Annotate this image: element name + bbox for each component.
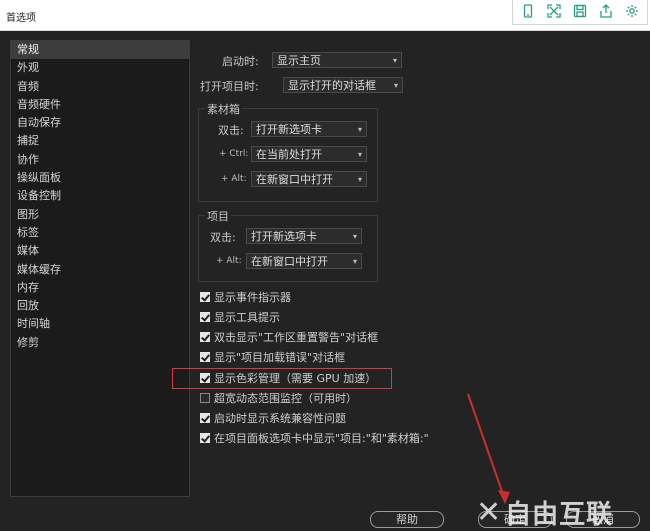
- sidebar-item-capture[interactable]: 捕捉: [11, 132, 189, 150]
- annotation-arrow: [467, 393, 510, 504]
- chevron-down-icon: ▾: [352, 257, 357, 266]
- checkbox-box[interactable]: [200, 352, 210, 362]
- checkbox-label: 双击显示"工作区重置警告"对话框: [214, 331, 379, 344]
- sidebar-item-memory[interactable]: 内存: [11, 279, 189, 297]
- sidebar-item-autosave[interactable]: 自动保存: [11, 114, 189, 132]
- checkbox-project-panel-tab-label[interactable]: 在项目面板选项卡中显示"项目:"和"素材箱:": [200, 429, 429, 447]
- toolbar-icons: [512, 0, 648, 25]
- checkbox-box[interactable]: [200, 332, 210, 342]
- watermark-text: 自由互联: [505, 499, 614, 530]
- chevron-down-icon: ▾: [392, 56, 397, 65]
- sidebar-item-graphics[interactable]: 图形: [11, 206, 189, 224]
- bin-alt-label: + Alt:: [221, 174, 247, 184]
- chevron-down-icon: ▾: [357, 125, 362, 134]
- watermark-x-icon: ✕: [476, 494, 502, 530]
- open-project-label: 打开项目时:: [200, 80, 259, 93]
- checkbox-show-tooltips[interactable]: 显示工具提示: [200, 308, 280, 326]
- startup-select[interactable]: 显示主页 ▾: [272, 52, 402, 68]
- checkbox-workspace-reset-warning[interactable]: 双击显示"工作区重置警告"对话框: [200, 328, 378, 346]
- checkbox-box[interactable]: [200, 292, 210, 302]
- sidebar-item-device-control[interactable]: 设备控制: [11, 187, 189, 205]
- checkbox-label: 显示事件指示器: [214, 291, 291, 304]
- project-alt-label: + Alt:: [216, 256, 242, 266]
- sidebar-item-media-cache[interactable]: 媒体缓存: [11, 261, 189, 279]
- checkbox-label: 超宽动态范围监控（可用时）: [214, 392, 357, 405]
- bin-ctrl-label: + Ctrl:: [219, 149, 249, 159]
- bin-alt-value: 在新窗口中打开: [256, 173, 333, 186]
- bin-alt-select[interactable]: 在新窗口中打开 ▾: [251, 171, 367, 187]
- chevron-down-icon: ▾: [352, 232, 357, 241]
- sidebar-item-collaboration[interactable]: 协作: [11, 151, 189, 169]
- window-title: 首选项: [6, 13, 36, 24]
- checkbox-box[interactable]: [200, 312, 210, 322]
- gear-icon[interactable]: [621, 0, 643, 22]
- startup-label: 启动时:: [222, 55, 259, 68]
- chevron-down-icon: ▾: [393, 81, 398, 90]
- title-bar: 首选项: [0, 0, 650, 31]
- sidebar-item-timeline[interactable]: 时间轴: [11, 315, 189, 333]
- chevron-down-icon: ▾: [357, 150, 362, 159]
- checkbox-label: 显示"项目加载错误"对话框: [214, 351, 346, 364]
- bin-double-click-label: 双击:: [218, 124, 244, 137]
- project-double-click-label: 双击:: [210, 231, 236, 244]
- sidebar-item-playback[interactable]: 回放: [11, 297, 189, 315]
- save-icon[interactable]: [569, 0, 591, 22]
- sidebar-item-control-surface[interactable]: 操纵面板: [11, 169, 189, 187]
- checkbox-box[interactable]: [200, 413, 210, 423]
- checkbox-show-event-indicators[interactable]: 显示事件指示器: [200, 288, 291, 306]
- sidebar-category-list: 常规 外观 音频 音频硬件 自动保存 捕捉 协作 操纵面板 设备控制 图形 标签…: [10, 40, 190, 497]
- bin-double-click-value: 打开新选项卡: [256, 123, 322, 136]
- project-alt-value: 在新窗口中打开: [251, 255, 328, 268]
- project-alt-select[interactable]: 在新窗口中打开 ▾: [246, 253, 362, 269]
- startup-value: 显示主页: [277, 54, 321, 67]
- open-project-value: 显示打开的对话框: [288, 79, 376, 92]
- checkbox-label: 显示工具提示: [214, 311, 280, 324]
- project-double-click-select[interactable]: 打开新选项卡 ▾: [246, 228, 362, 244]
- highlight-box: [172, 368, 392, 389]
- open-project-select[interactable]: 显示打开的对话框 ▾: [283, 77, 403, 93]
- expand-icon[interactable]: [543, 0, 565, 22]
- project-group: [198, 215, 378, 282]
- sidebar-item-audio[interactable]: 音频: [11, 78, 189, 96]
- checkbox-hdr-monitoring[interactable]: 超宽动态范围监控（可用时）: [200, 389, 357, 407]
- help-button[interactable]: 帮助: [370, 511, 444, 528]
- project-group-title: 项目: [205, 208, 231, 224]
- sidebar-item-trim[interactable]: 修剪: [11, 334, 189, 352]
- checkbox-system-compatibility[interactable]: 启动时显示系统兼容性问题: [200, 409, 346, 427]
- sidebar-item-audio-hardware[interactable]: 音频硬件: [11, 96, 189, 114]
- sidebar-item-appearance[interactable]: 外观: [11, 59, 189, 77]
- checkbox-label: 启动时显示系统兼容性问题: [214, 412, 346, 425]
- bin-ctrl-select[interactable]: 在当前处打开 ▾: [251, 146, 367, 162]
- checkbox-label: 在项目面板选项卡中显示"项目:"和"素材箱:": [214, 432, 429, 445]
- project-double-click-value: 打开新选项卡: [251, 230, 317, 243]
- sidebar-item-media[interactable]: 媒体: [11, 242, 189, 260]
- sidebar-item-labels[interactable]: 标签: [11, 224, 189, 242]
- bin-double-click-select[interactable]: 打开新选项卡 ▾: [251, 121, 367, 137]
- watermark: ✕ 自由互联: [476, 494, 636, 530]
- bin-ctrl-value: 在当前处打开: [256, 148, 322, 161]
- bin-group-title: 素材箱: [205, 101, 242, 117]
- checkbox-box[interactable]: [200, 393, 210, 403]
- sidebar-item-general[interactable]: 常规: [11, 41, 189, 60]
- export-icon[interactable]: [595, 0, 617, 22]
- checkbox-box[interactable]: [200, 433, 210, 443]
- chevron-down-icon: ▾: [357, 175, 362, 184]
- checkbox-project-load-error[interactable]: 显示"项目加载错误"对话框: [200, 348, 345, 366]
- phone-icon[interactable]: [517, 0, 539, 22]
